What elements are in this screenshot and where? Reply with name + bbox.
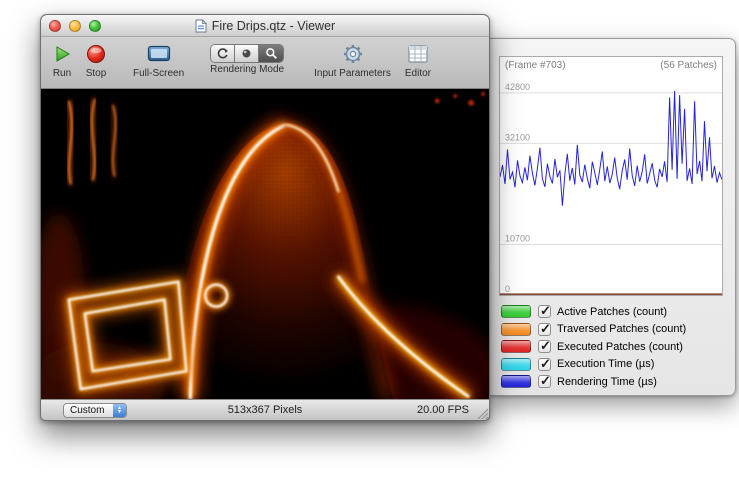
chart-header: (Frame #703) (56 Patches) (500, 57, 722, 73)
status-bar: Custom ▲▼ 513x367 Pixels 20.00 FPS (41, 399, 489, 420)
run-button[interactable]: Run (51, 41, 73, 79)
title-bar[interactable]: Fire Drips.qtz - Viewer (41, 15, 489, 37)
segment-magnifier[interactable] (259, 45, 283, 62)
editor-button[interactable]: Editor (405, 41, 431, 79)
legend-label: Traversed Patches (count) (557, 323, 686, 335)
legend-row: Executed Patches (count) (501, 338, 725, 355)
profiler-chart: (Frame #703) (56 Patches) 42800 32100 1070… (499, 56, 723, 296)
legend-row: Rendering Time (µs) (501, 373, 725, 390)
stop-button[interactable]: Stop (85, 41, 107, 79)
legend-label: Execution Time (µs) (557, 358, 654, 370)
window-title-group: Fire Drips.qtz - Viewer (195, 19, 335, 33)
rendering-mode-segmented (210, 44, 284, 63)
color-swatch (501, 323, 531, 336)
color-swatch (501, 358, 531, 371)
fire-render (41, 89, 489, 399)
toolbar: Run Stop F (41, 37, 489, 89)
legend-row: Traversed Patches (count) (501, 321, 725, 338)
segment-sphere[interactable] (235, 45, 259, 62)
svg-text:32100: 32100 (505, 132, 530, 142)
svg-text:10700: 10700 (505, 233, 530, 243)
frame-label: (Frame #703) (505, 60, 566, 73)
magnifier-icon (265, 47, 278, 60)
refresh-arrow-icon (216, 47, 229, 60)
svg-text:42800: 42800 (505, 82, 530, 92)
legend-row: Active Patches (count) (501, 303, 725, 320)
fullscreen-icon (146, 43, 172, 65)
stop-icon (85, 43, 107, 65)
segment-refresh[interactable] (211, 45, 235, 62)
gear-icon (341, 42, 365, 66)
color-swatch (501, 305, 531, 318)
legend-label: Active Patches (count) (557, 306, 667, 318)
legend: Active Patches (count) Traversed Patches… (501, 303, 725, 391)
sphere-icon (240, 47, 253, 60)
legend-label: Executed Patches (count) (557, 341, 683, 353)
patches-label: (56 Patches) (660, 60, 717, 73)
svg-text:0: 0 (505, 284, 510, 294)
legend-checkbox[interactable] (538, 340, 551, 353)
fps-counter: 20.00 FPS (417, 404, 469, 416)
rendering-mode-control: Rendering Mode (210, 41, 284, 75)
fullscreen-button[interactable]: Full-Screen (133, 41, 184, 79)
legend-checkbox[interactable] (538, 323, 551, 336)
window-title: Fire Drips.qtz - Viewer (212, 19, 335, 33)
legend-label: Rendering Time (µs) (557, 376, 657, 388)
resize-grip[interactable] (475, 406, 488, 419)
color-swatch (501, 375, 531, 388)
traffic-lights (49, 20, 101, 32)
legend-checkbox[interactable] (538, 358, 551, 371)
document-icon (195, 19, 207, 33)
legend-checkbox[interactable] (538, 305, 551, 318)
input-parameters-button[interactable]: Input Parameters (314, 41, 391, 79)
minimize-button[interactable] (69, 20, 81, 32)
play-icon (51, 43, 73, 65)
close-button[interactable] (49, 20, 61, 32)
viewer-window: Fire Drips.qtz - Viewer Run (40, 14, 490, 421)
render-canvas (41, 89, 489, 399)
profiler-window: (Frame #703) (56 Patches) 42800 32100 1070… (484, 38, 736, 396)
color-swatch (501, 340, 531, 353)
zoom-button[interactable] (89, 20, 101, 32)
editor-grid-icon (406, 42, 430, 66)
legend-row: Execution Time (µs) (501, 356, 725, 373)
legend-checkbox[interactable] (538, 375, 551, 388)
profiler-plot: 42800 32100 10700 0 (500, 73, 722, 295)
